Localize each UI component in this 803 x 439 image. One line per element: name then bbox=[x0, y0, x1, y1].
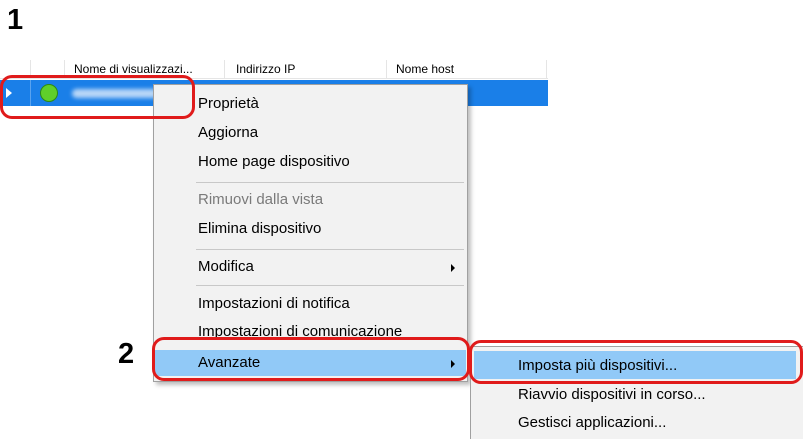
menu-separator bbox=[196, 182, 464, 183]
column-divider[interactable] bbox=[386, 60, 387, 78]
menu-item-notification-settings[interactable]: Impostazioni di notifica bbox=[198, 293, 350, 315]
callout-device-row bbox=[0, 75, 195, 119]
menu-item-refresh[interactable]: Aggiorna bbox=[198, 122, 258, 144]
menu-item-device-home-page[interactable]: Home page dispositivo bbox=[198, 151, 350, 173]
step-number-2: 2 bbox=[118, 338, 135, 370]
column-header-display-name[interactable]: Nome di visualizzazi... bbox=[74, 62, 193, 76]
column-divider[interactable] bbox=[546, 60, 547, 78]
menu-item-remove-from-view: Rimuovi dalla vista bbox=[198, 191, 324, 208]
submenu-arrow-icon bbox=[451, 264, 455, 272]
menu-item-properties[interactable]: Proprietà bbox=[198, 93, 259, 115]
column-header-ip-address[interactable]: Indirizzo IP bbox=[236, 62, 295, 76]
callout-advanced-item bbox=[152, 337, 470, 381]
column-header-host-name[interactable]: Nome host bbox=[396, 62, 454, 76]
callout-set-multiple-devices bbox=[469, 340, 803, 384]
menu-separator bbox=[196, 285, 464, 286]
menu-item-edit[interactable]: Modifica bbox=[198, 256, 254, 278]
menu-item-delete-device[interactable]: Elimina dispositivo bbox=[198, 218, 321, 240]
step-number-1: 1 bbox=[7, 4, 24, 36]
menu-separator bbox=[196, 249, 464, 250]
column-divider[interactable] bbox=[224, 60, 225, 78]
